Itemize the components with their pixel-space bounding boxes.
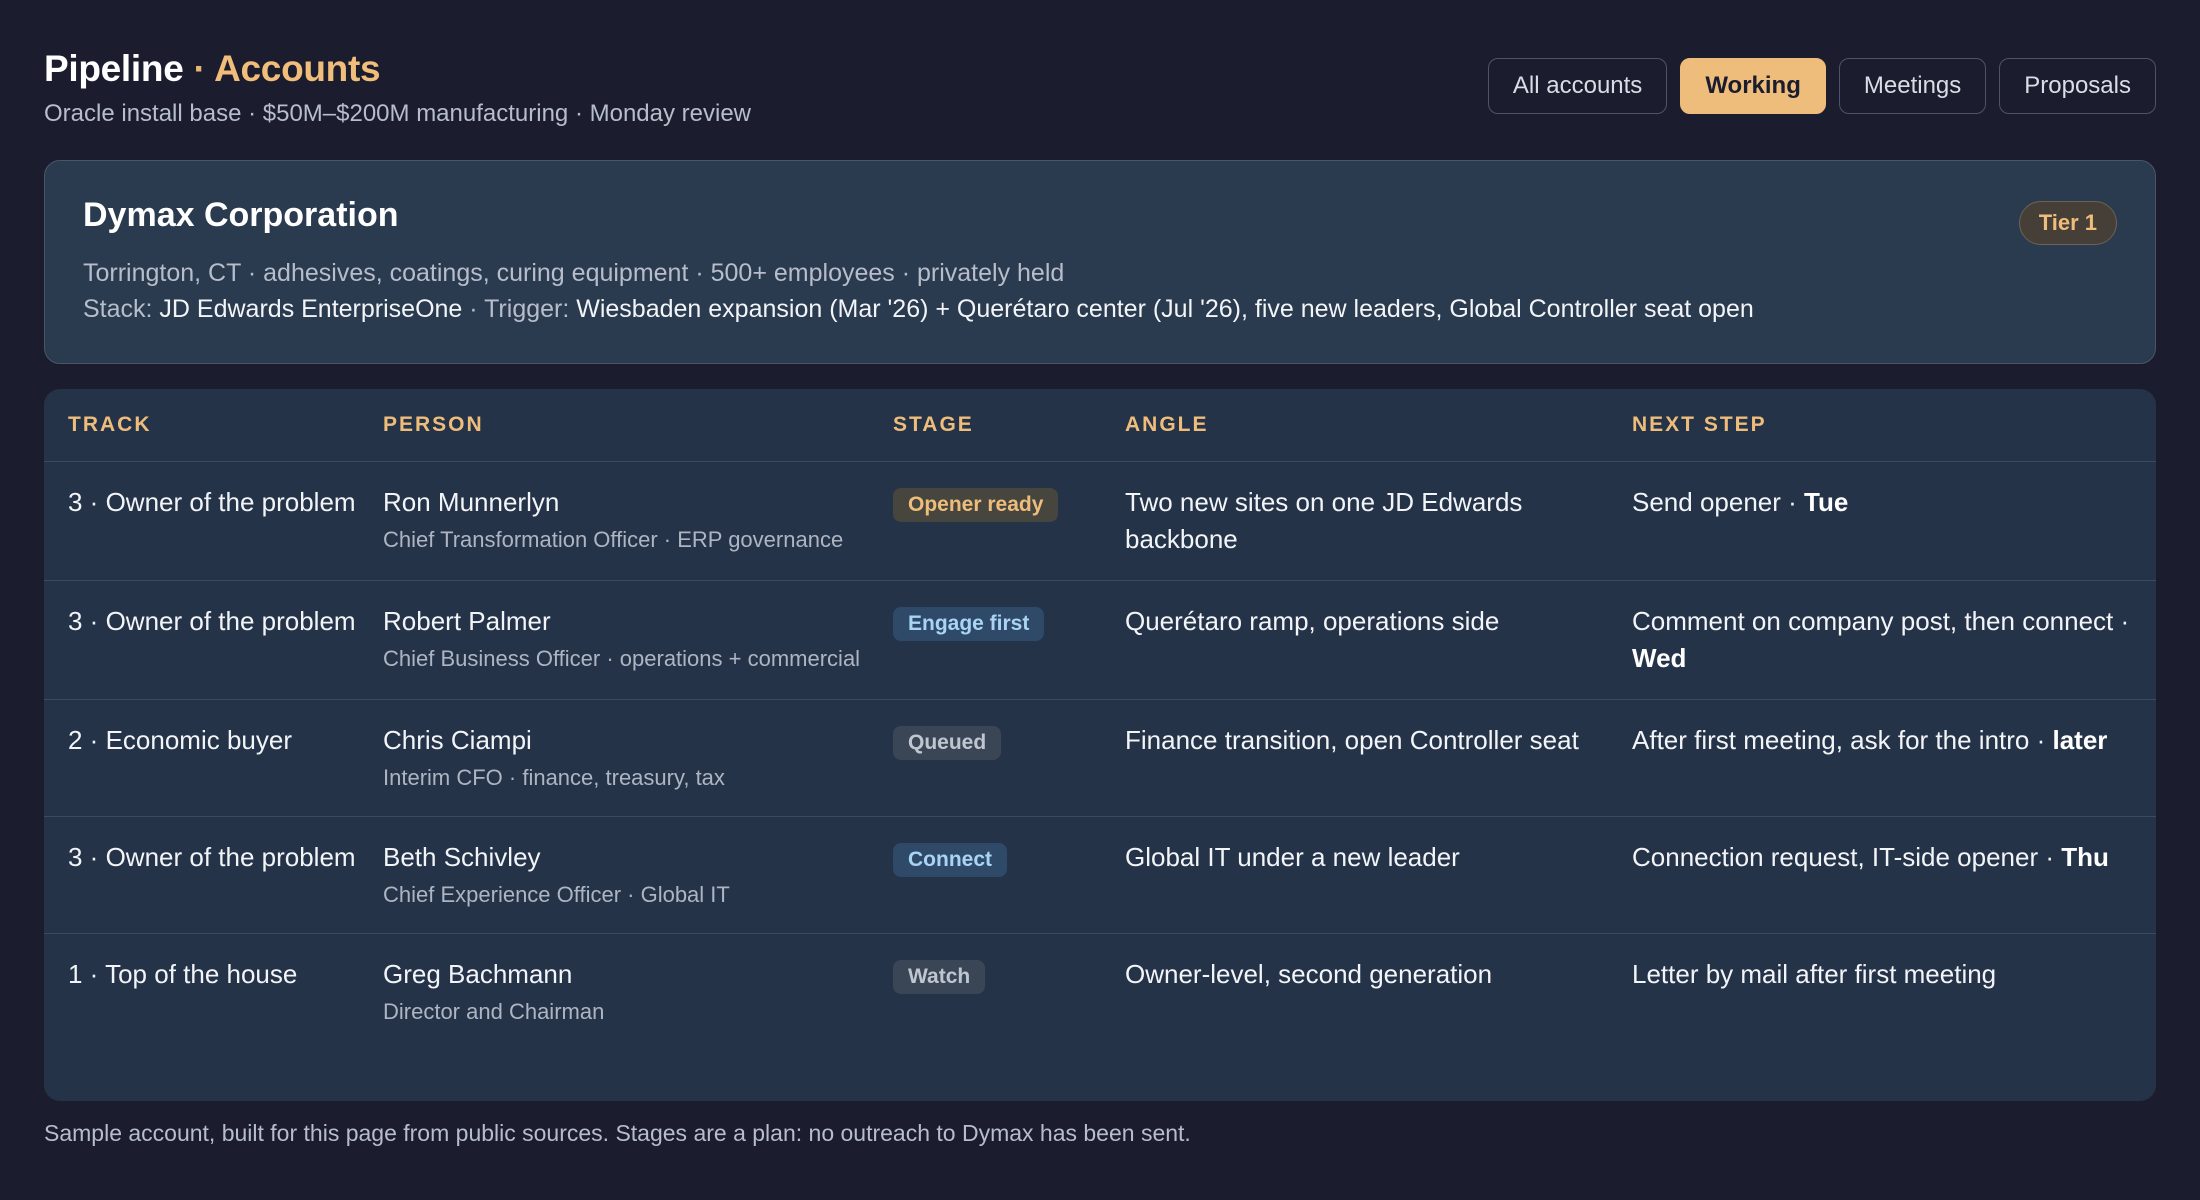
table-row[interactable]: 1 · Top of the house Greg Bachmann Direc…: [44, 934, 2156, 1051]
person-name: Greg Bachmann: [383, 959, 573, 989]
contacts-table: TRACK PERSON STAGE ANGLE NEXT STEP 3 · O…: [44, 389, 2156, 1101]
next-step-day: Thu: [2061, 842, 2109, 872]
track-cell: 3 · Owner of the problem: [44, 461, 359, 581]
column-header-angle: ANGLE: [1101, 389, 1608, 462]
person-role: Chief Experience Officer · Global IT: [383, 882, 730, 907]
person-role: Chief Business Officer · operations + co…: [383, 646, 861, 671]
account-stack-trigger: Stack: JD Edwards EnterpriseOne · Trigge…: [83, 291, 2117, 327]
column-header-stage: STAGE: [869, 389, 1101, 462]
person-name: Chris Ciampi: [383, 725, 532, 755]
column-header-next-step: NEXT STEP: [1608, 389, 2156, 462]
page-header: Pipeline · Accounts Oracle install base …: [44, 44, 2156, 134]
filter-tabs: All accounts Working Meetings Proposals: [1487, 58, 2156, 114]
angle-cell: Querétaro ramp, operations side: [1101, 580, 1608, 700]
next-step-text: Connection request, IT-side opener ·: [1632, 842, 2062, 872]
title-separator: ·: [183, 48, 215, 89]
next-step-cell: Connection request, IT-side opener · Thu: [1608, 816, 2156, 934]
person-cell: Robert Palmer Chief Business Officer · o…: [359, 580, 869, 700]
stage-badge: Engage first: [893, 607, 1045, 641]
next-step-text: Send opener ·: [1632, 487, 1805, 517]
track-cell: 3 · Owner of the problem: [44, 816, 359, 934]
person-name: Beth Schivley: [383, 842, 541, 872]
table-row[interactable]: 3 · Owner of the problem Ron Munnerlyn C…: [44, 461, 2156, 581]
stage-badge: Connect: [893, 843, 1007, 877]
tab-all-accounts[interactable]: All accounts: [1487, 58, 1668, 114]
angle-cell: Finance transition, open Controller seat: [1101, 699, 1608, 817]
next-step-cell: After first meeting, ask for the intro ·…: [1608, 699, 2156, 817]
person-cell: Ron Munnerlyn Chief Transformation Offic…: [359, 461, 869, 581]
person-name: Robert Palmer: [383, 606, 551, 636]
table-row[interactable]: 3 · Owner of the problem Beth Schivley C…: [44, 816, 2156, 934]
next-step-day: Wed: [1632, 643, 1687, 673]
next-step-text: After first meeting, ask for the intro ·: [1632, 725, 2053, 755]
person-cell: Beth Schivley Chief Experience Officer ·…: [359, 816, 869, 934]
table-row[interactable]: 2 · Economic buyer Chris Ciampi Interim …: [44, 699, 2156, 817]
column-header-person: PERSON: [359, 389, 869, 462]
account-card: Dymax Corporation Tier 1 Torrington, CT …: [44, 160, 2156, 364]
stage-cell: Engage first: [869, 580, 1101, 700]
track-cell: 2 · Economic buyer: [44, 699, 359, 817]
next-step-day: later: [2052, 725, 2108, 755]
person-name: Ron Munnerlyn: [383, 487, 560, 517]
angle-cell: Two new sites on one JD Edwards backbone: [1101, 461, 1608, 581]
stage-cell: Connect: [869, 816, 1101, 934]
stage-cell: Queued: [869, 699, 1101, 817]
tab-proposals[interactable]: Proposals: [1999, 58, 2156, 114]
column-header-track: TRACK: [44, 389, 359, 462]
person-role: Director and Chairman: [383, 999, 605, 1024]
angle-cell: Global IT under a new leader: [1101, 816, 1608, 934]
account-meta: Torrington, CT · adhesives, coatings, cu…: [83, 259, 1065, 287]
stage-cell: Watch: [869, 934, 1101, 1051]
tier-badge: Tier 1: [2018, 201, 2117, 245]
track-cell: 1 · Top of the house: [68, 959, 298, 989]
stage-badge: Opener ready: [893, 488, 1059, 522]
stage-cell: Opener ready: [869, 461, 1101, 581]
angle-cell: Owner-level, second generation: [1125, 959, 1493, 989]
title-main: Pipeline: [44, 48, 184, 89]
next-step-day: Tue: [1804, 487, 1849, 517]
person-role: Interim CFO · finance, treasury, tax: [383, 765, 725, 790]
tab-working[interactable]: Working: [1680, 58, 1826, 114]
trigger-value: Wiesbaden expansion (Mar '26) + Querétar…: [576, 295, 1754, 323]
stack-label: Stack:: [83, 295, 160, 323]
stage-badge: Queued: [893, 726, 1002, 760]
next-step-text: Comment on company post, then connect ·: [1632, 606, 2130, 636]
track-cell: 3 · Owner of the problem: [44, 580, 359, 700]
tab-meetings[interactable]: Meetings: [1838, 58, 1987, 114]
trigger-label: · Trigger:: [462, 295, 577, 323]
table-header-row: TRACK PERSON STAGE ANGLE NEXT STEP: [44, 389, 2156, 462]
title-section: Accounts: [214, 48, 381, 89]
next-step-cell: Letter by mail after first meeting: [1608, 934, 2156, 1051]
table-row[interactable]: 3 · Owner of the problem Robert Palmer C…: [44, 580, 2156, 700]
next-step-cell: Send opener · Tue: [1608, 461, 2156, 581]
person-cell: Chris Ciampi Interim CFO · finance, trea…: [359, 699, 869, 817]
footnote: Sample account, built for this page from…: [44, 1120, 1191, 1146]
next-step-text: Letter by mail after first meeting: [1632, 959, 1997, 989]
person-cell: Greg Bachmann Director and Chairman: [359, 934, 869, 1051]
account-name: Dymax Corporation: [83, 196, 399, 234]
stage-badge: Watch: [893, 960, 986, 994]
next-step-cell: Comment on company post, then connect · …: [1608, 580, 2156, 700]
stack-value: JD Edwards EnterpriseOne: [159, 295, 463, 323]
person-role: Chief Transformation Officer · ERP gover…: [383, 527, 844, 552]
